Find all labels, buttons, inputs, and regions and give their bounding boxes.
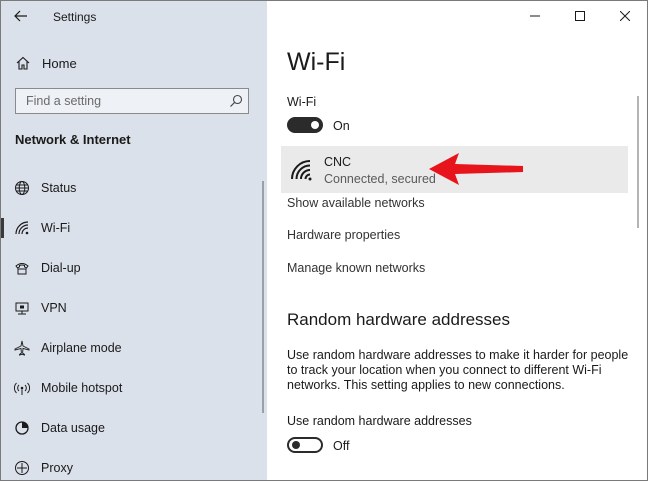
app-title: Settings [53,10,97,24]
caption-buttons [512,1,647,31]
page-title: Wi-Fi [287,48,346,76]
data-usage-icon [15,421,29,435]
sidebar-item-label: Data usage [41,421,105,435]
home-label: Home [42,55,77,71]
random-addresses-toggle-label: Use random hardware addresses [287,414,472,428]
sidebar-item-label: Proxy [41,461,73,475]
back-arrow-icon [14,10,27,22]
back-button[interactable] [9,4,33,28]
sidebar-item-label: Status [41,181,77,195]
wifi-toggle[interactable] [287,117,323,133]
globe-icon [15,181,29,195]
search-icon[interactable] [229,94,243,108]
home-link[interactable]: Home [15,53,77,73]
search-box[interactable] [15,88,249,114]
wifi-toggle-state: On [333,119,350,133]
wifi-signal-icon [291,160,312,181]
sidebar-item-label: Dial-up [41,261,81,275]
random-addresses-heading: Random hardware addresses [287,310,511,329]
airplane-icon [14,340,30,356]
network-name: CNC [324,155,352,169]
title-bar: Settings [1,1,267,31]
hotspot-icon [14,382,30,395]
sidebar-item-airplane-mode[interactable]: Airplane mode [1,328,263,368]
wifi-toggle-label: Wi-Fi [287,95,317,109]
sidebar-item-label: Mobile hotspot [41,381,123,395]
toggle-knob [292,441,300,449]
home-icon [16,56,30,70]
dialup-icon [15,263,29,275]
proxy-icon [15,461,29,475]
sidebar-item-status[interactable]: Status [1,168,263,208]
sidebar-item-dialup[interactable]: Dial-up [1,248,263,288]
settings-window: Settings Home Network & Internet [0,0,648,481]
main-content: Wi-Fi Wi-Fi On CNC Connected, secured Sh… [267,1,647,480]
maximize-icon [574,11,585,21]
wifi-icon [15,221,29,235]
manage-known-networks-link[interactable]: Manage known networks [287,261,425,275]
annotation-arrow-icon [429,153,523,185]
hardware-properties-link[interactable]: Hardware properties [287,228,400,242]
sidebar: Settings Home Network & Internet [1,1,267,480]
random-addresses-toggle[interactable] [287,437,323,453]
sidebar-item-mobile-hotspot[interactable]: Mobile hotspot [1,368,263,408]
minimize-icon [529,15,540,17]
sidebar-item-proxy[interactable]: Proxy [1,448,263,480]
sidebar-item-label: VPN [41,301,67,315]
minimize-button[interactable] [512,1,557,31]
sidebar-item-label: Airplane mode [41,341,122,355]
close-button[interactable] [602,1,647,31]
section-title: Network & Internet [15,132,131,147]
maximize-button[interactable] [557,1,602,31]
sidebar-item-label: Wi-Fi [41,221,71,235]
content-scrollbar[interactable] [637,96,639,228]
show-available-networks-link[interactable]: Show available networks [287,196,425,210]
sidebar-item-data-usage[interactable]: Data usage [1,408,263,448]
toggle-knob [311,121,319,129]
sidebar-scrollbar[interactable] [262,181,264,413]
random-addresses-description: Use random hardware addresses to make it… [287,348,629,392]
sidebar-nav: Status Wi-Fi Dial-up VPN Airplane mode M… [1,168,263,480]
network-status: Connected, secured [324,172,436,186]
search-input[interactable] [24,93,228,109]
sidebar-item-vpn[interactable]: VPN [1,288,263,328]
close-icon [619,11,630,21]
random-addresses-toggle-state: Off [333,439,350,453]
sidebar-item-wifi[interactable]: Wi-Fi [1,208,263,248]
vpn-icon [15,302,29,315]
